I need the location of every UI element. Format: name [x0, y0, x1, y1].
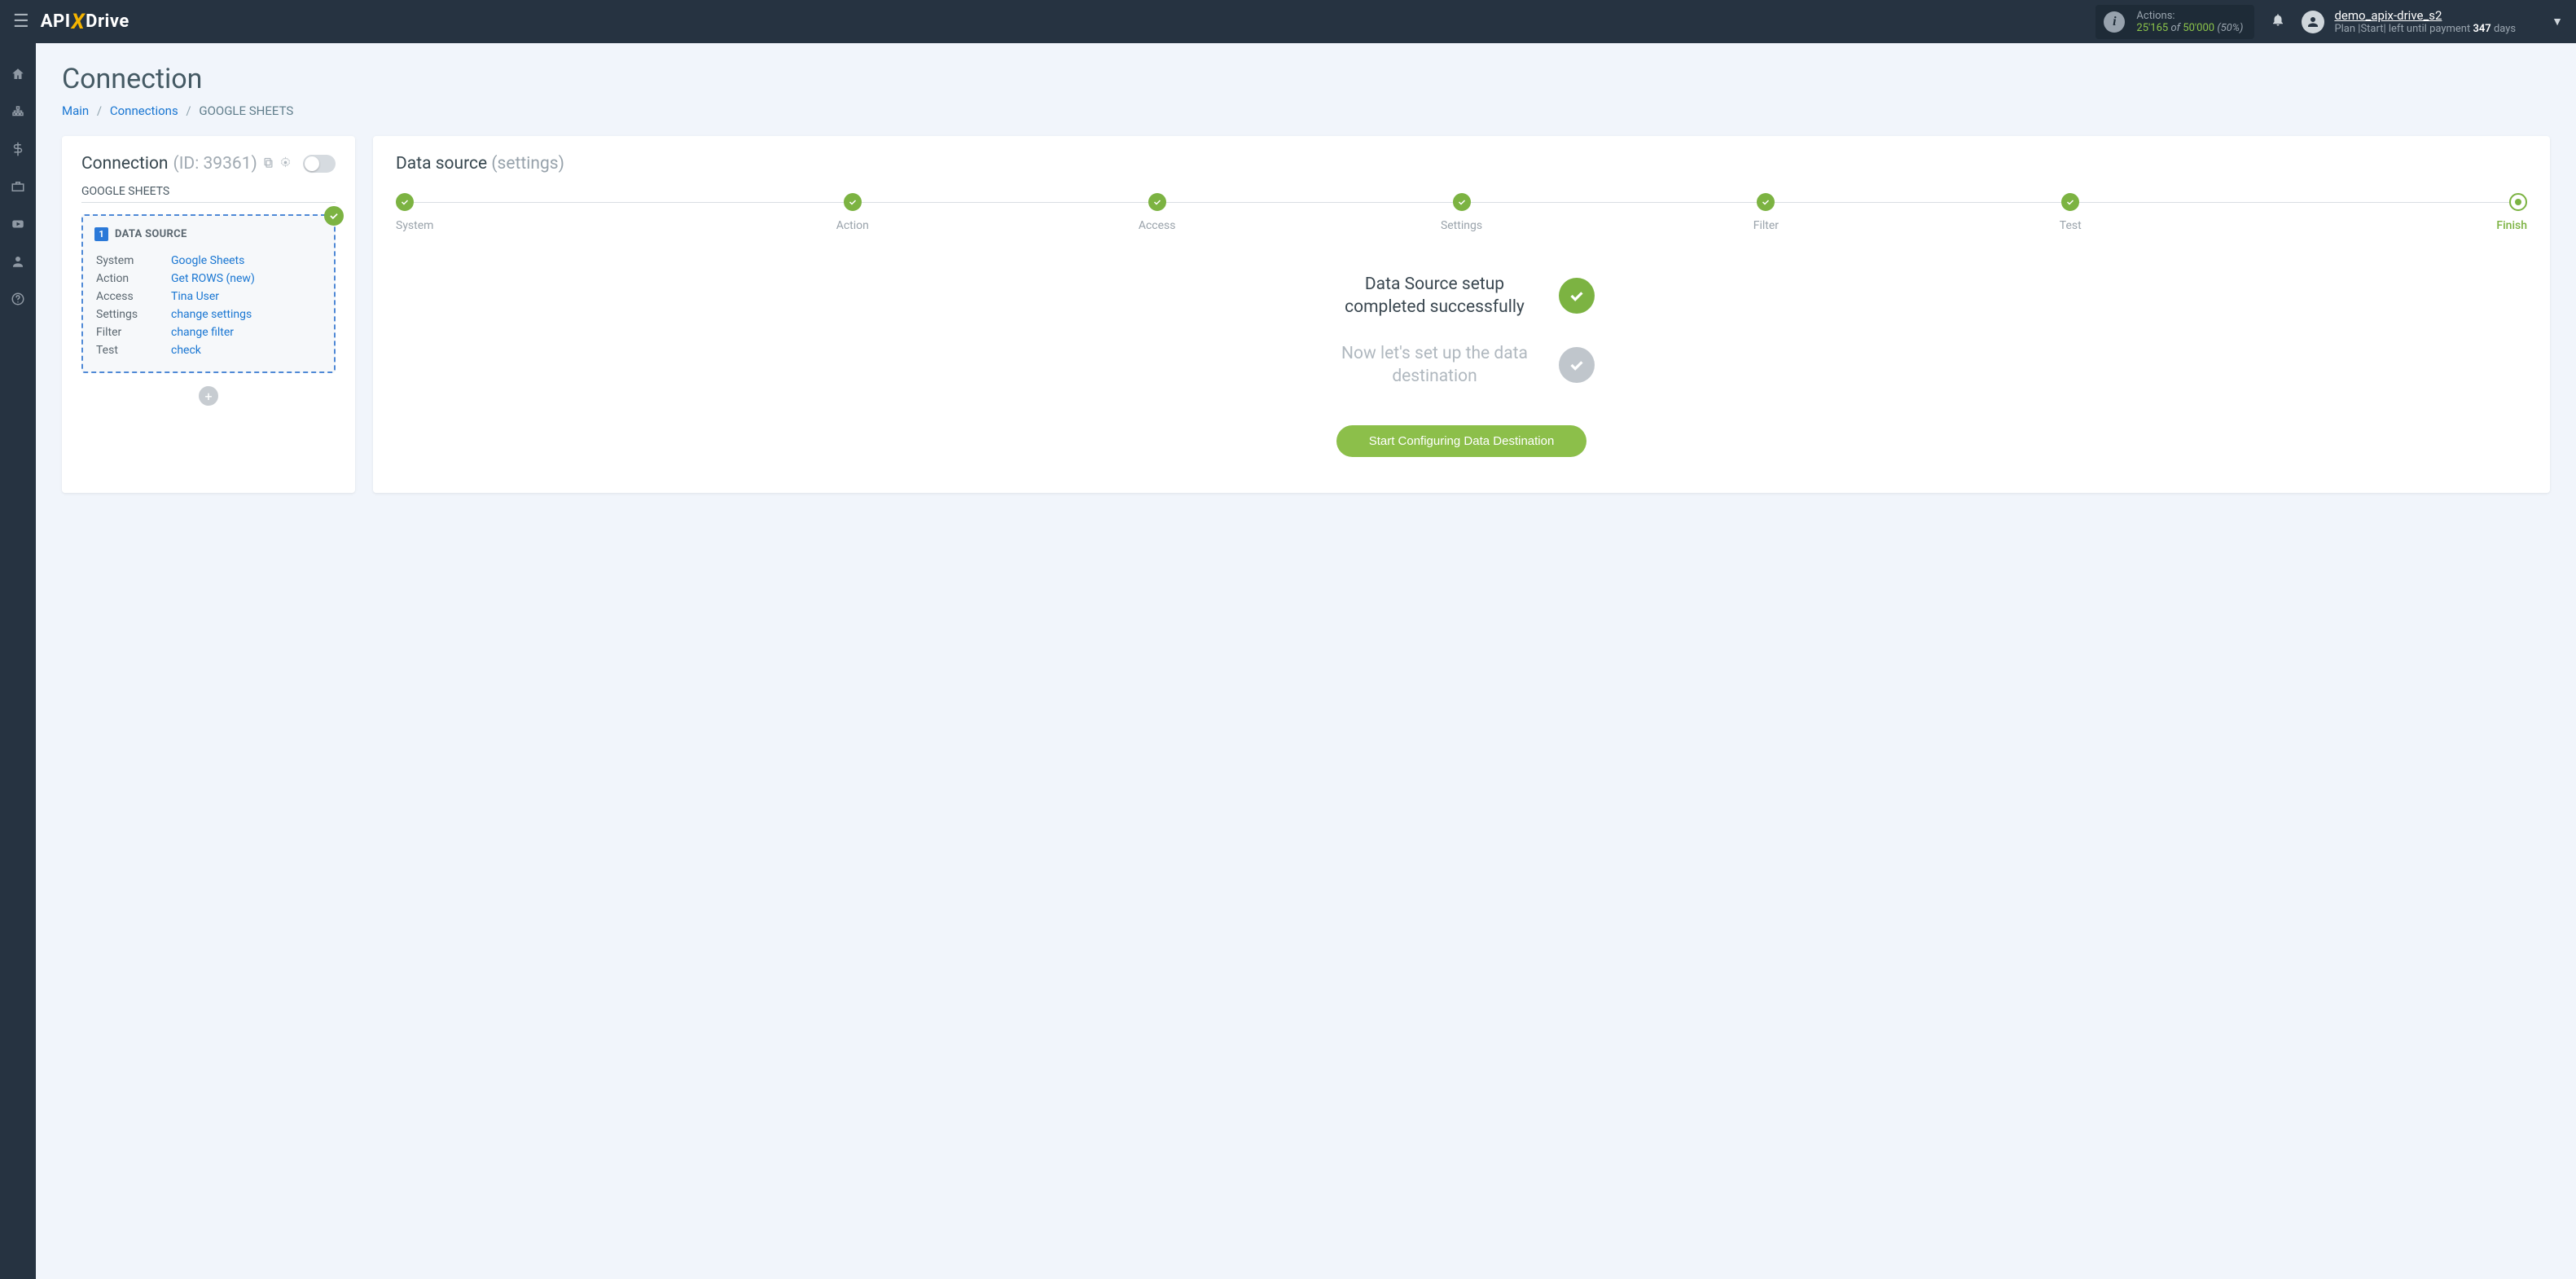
logo-x: X: [71, 10, 86, 34]
status-next: Now let's set up the data destination: [1329, 342, 1595, 389]
video-icon[interactable]: [10, 216, 26, 232]
bell-icon[interactable]: [2271, 12, 2285, 31]
status-complete-text: Data Source setup completed successfully: [1329, 273, 1541, 319]
row-value-link[interactable]: Get ROWS (new): [171, 272, 255, 285]
actions-label: Actions:: [2136, 10, 2243, 22]
user-name: demo_apix-drive_s2: [2334, 8, 2516, 23]
row-key: Action: [96, 270, 169, 287]
check-badge-icon: [324, 206, 344, 226]
step-dot-icon: [1148, 193, 1166, 211]
briefcase-icon[interactable]: [10, 178, 26, 195]
step-dot-icon: [2061, 193, 2079, 211]
logo-api: API: [41, 11, 71, 32]
row-value-link[interactable]: Google Sheets: [171, 254, 244, 267]
row-value-link[interactable]: change settings: [171, 308, 252, 321]
breadcrumb-connections[interactable]: Connections: [110, 103, 178, 118]
row-key: Filter: [96, 324, 169, 341]
step-action[interactable]: Action: [700, 193, 1005, 232]
actions-total: 50'000: [2183, 22, 2214, 34]
row-value-link[interactable]: Tina User: [171, 290, 219, 303]
connection-label: Connection: [81, 154, 169, 174]
step-label: Finish: [2223, 219, 2527, 232]
data-source-table: SystemGoogle SheetsActionGet ROWS (new)A…: [94, 251, 323, 360]
right-title: Data source (settings): [396, 154, 2527, 174]
gear-icon[interactable]: [279, 156, 292, 172]
connection-name: GOOGLE SHEETS: [81, 185, 336, 203]
topbar: ☰ APIXDrive i Actions: 25'165 of 50'000 …: [0, 0, 2576, 43]
row-key: Access: [96, 288, 169, 305]
left-rail: [0, 43, 36, 1279]
row-value-link[interactable]: change filter: [171, 326, 234, 339]
help-icon[interactable]: [10, 291, 26, 307]
logo-drive: Drive: [86, 11, 129, 32]
connection-card: Connection (ID: 39361) GOOGLE SHEETS 1 D…: [62, 136, 355, 493]
row-key: System: [96, 253, 169, 269]
row-key: Test: [96, 342, 169, 358]
start-configuring-button[interactable]: Start Configuring Data Destination: [1336, 425, 1587, 457]
step-test[interactable]: Test: [1918, 193, 2223, 232]
menu-icon[interactable]: ☰: [13, 11, 29, 32]
dollar-icon[interactable]: [10, 141, 26, 157]
step-dot-icon: [396, 193, 414, 211]
step-dot-icon: [844, 193, 862, 211]
step-settings[interactable]: Settings: [1310, 193, 1614, 232]
actions-used: 25'165: [2136, 22, 2168, 34]
actions-of: of: [2170, 22, 2180, 34]
step-label: System: [396, 219, 700, 232]
data-source-row: Settingschange settings: [96, 306, 321, 323]
step-filter[interactable]: Filter: [1613, 193, 1918, 232]
step-dot-icon: [1757, 193, 1775, 211]
step-dot-icon: [2509, 193, 2527, 211]
breadcrumb-current: GOOGLE SHEETS: [199, 103, 293, 118]
step-label: Action: [700, 219, 1005, 232]
status-complete: Data Source setup completed successfully: [1329, 273, 1595, 319]
step-access[interactable]: Access: [1005, 193, 1310, 232]
breadcrumb: Main / Connections / GOOGLE SHEETS: [62, 103, 2550, 118]
avatar-icon: [2302, 11, 2324, 33]
page-title: Connection: [62, 63, 2550, 95]
step-dot-icon: [1453, 193, 1471, 211]
logo[interactable]: APIXDrive: [41, 10, 129, 34]
chevron-down-icon[interactable]: ▼: [2552, 15, 2563, 29]
step-label: Filter: [1613, 219, 1918, 232]
data-source-row: SystemGoogle Sheets: [96, 253, 321, 269]
step-system[interactable]: System: [396, 193, 700, 232]
check-icon-pending: [1559, 347, 1595, 383]
row-key: Settings: [96, 306, 169, 323]
step-number-badge: 1: [94, 227, 108, 241]
data-source-row: Filterchange filter: [96, 324, 321, 341]
user-plan: Plan |Start| left until payment 347 days: [2334, 23, 2516, 35]
actions-box[interactable]: i Actions: 25'165 of 50'000 (50%): [2095, 5, 2254, 39]
connections-icon[interactable]: [10, 103, 26, 120]
data-source-settings-card: Data source (settings) SystemActionAcces…: [373, 136, 2550, 493]
step-label: Test: [1918, 219, 2223, 232]
user-block[interactable]: demo_apix-drive_s2 Plan |Start| left unt…: [2302, 8, 2516, 35]
stepper: SystemActionAccessSettingsFilterTestFini…: [396, 193, 2527, 232]
step-finish[interactable]: Finish: [2223, 193, 2527, 232]
copy-icon[interactable]: [262, 156, 274, 172]
breadcrumb-main[interactable]: Main: [62, 103, 89, 118]
actions-pct: (50%): [2217, 22, 2243, 34]
status-next-text: Now let's set up the data destination: [1329, 342, 1541, 389]
user-icon[interactable]: [10, 253, 26, 270]
row-value-link[interactable]: check: [171, 344, 201, 357]
data-source-row: ActionGet ROWS (new): [96, 270, 321, 287]
step-label: Access: [1005, 219, 1310, 232]
data-source-row: Testcheck: [96, 342, 321, 358]
check-icon: [1559, 278, 1595, 314]
add-button[interactable]: +: [199, 386, 218, 406]
enable-toggle[interactable]: [303, 155, 336, 173]
step-label: Settings: [1310, 219, 1614, 232]
data-source-row: AccessTina User: [96, 288, 321, 305]
data-source-box[interactable]: 1 DATA SOURCE SystemGoogle SheetsActionG…: [81, 214, 336, 373]
connection-id: (ID: 39361): [173, 154, 257, 174]
home-icon[interactable]: [10, 66, 26, 82]
data-source-title: DATA SOURCE: [115, 228, 187, 240]
info-icon: i: [2104, 11, 2125, 33]
